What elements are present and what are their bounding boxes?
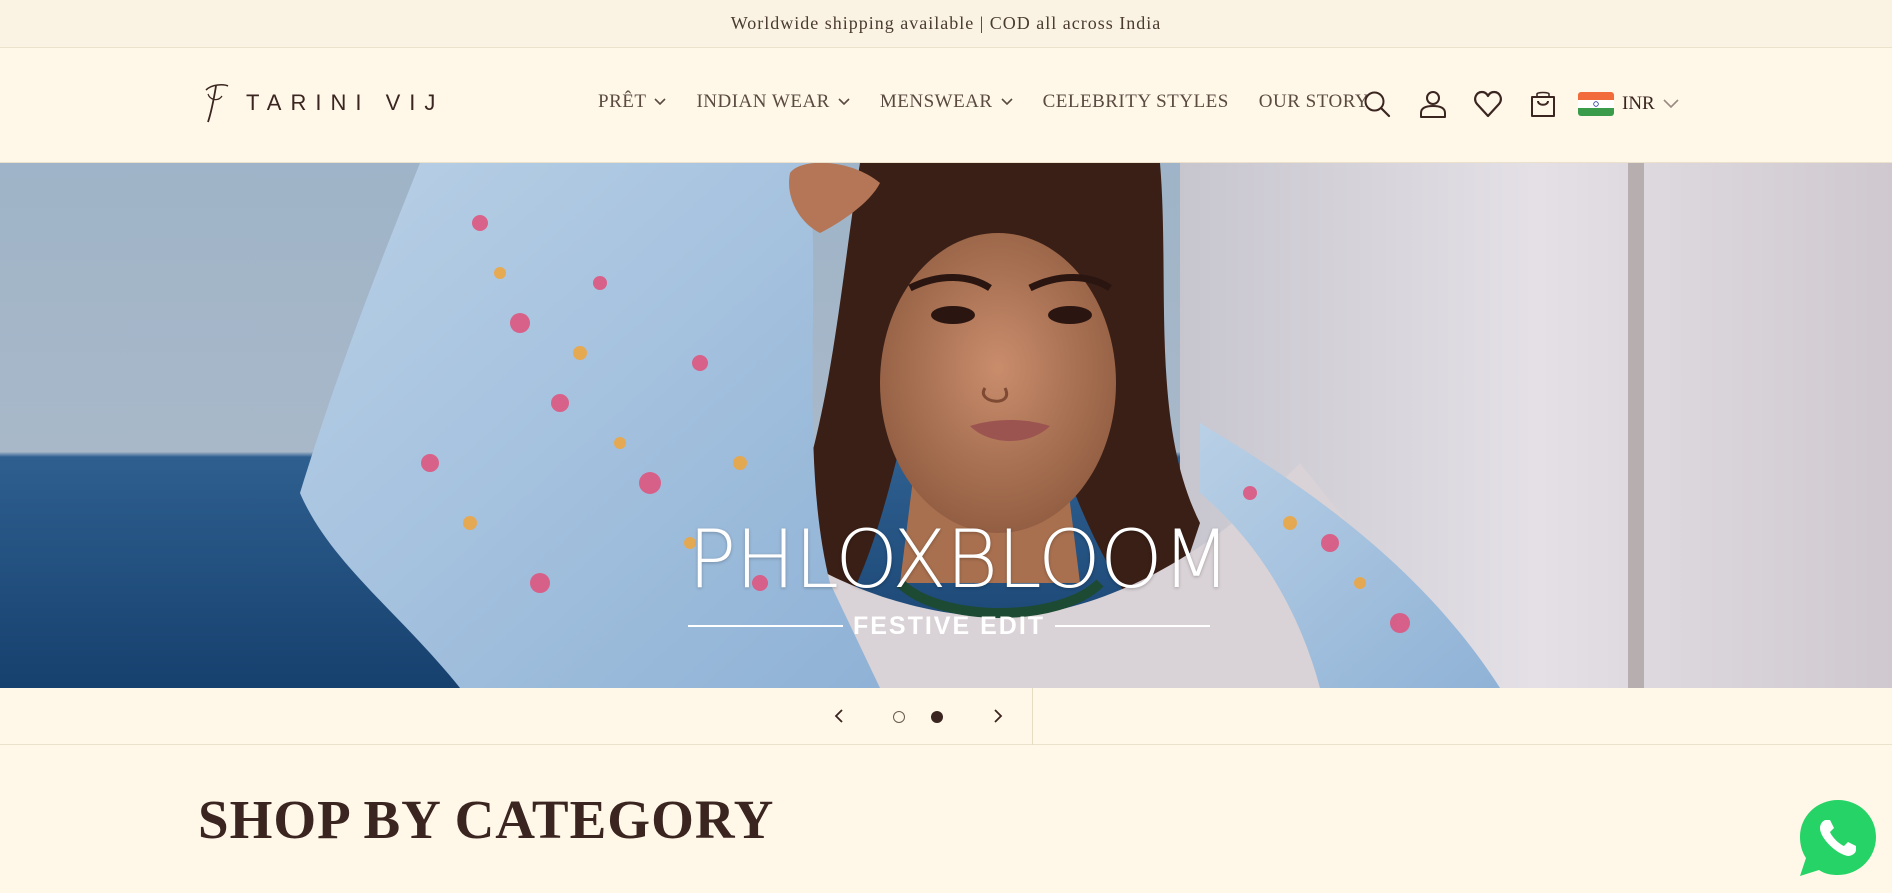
divider [688, 625, 843, 627]
chevron-down-icon [1001, 98, 1013, 106]
nav-item-menswear[interactable]: MENSWEAR [880, 91, 1013, 113]
nav-item-indian-wear[interactable]: INDIAN WEAR [696, 91, 850, 113]
search-icon[interactable] [1362, 89, 1392, 119]
currency-selector[interactable]: INR [1578, 92, 1679, 116]
chevron-down-icon [1663, 99, 1679, 109]
hero-image [0, 163, 1892, 688]
section-heading: SHOP BY CATEGORY [198, 789, 775, 850]
nav-item-label: INDIAN WEAR [696, 91, 830, 112]
divider [1055, 625, 1210, 627]
hero-title: PHLOXBLOOM [688, 513, 1231, 606]
nav-item-our-story[interactable]: OUR STORY [1259, 91, 1369, 113]
main-nav: PRÊT INDIAN WEAR MENSWEAR CELEBRITY STYL… [598, 91, 1369, 113]
nav-item-pret[interactable]: PRÊT [598, 91, 667, 113]
nav-item-label: PRÊT [598, 91, 647, 112]
logo-text: TARINI VIJ [246, 90, 445, 115]
slider-controls [0, 688, 1892, 745]
nav-item-label: OUR STORY [1258, 91, 1370, 112]
hero-subtitle-row: FESTIVE EDIT [688, 612, 1210, 640]
chevron-left-icon[interactable] [829, 706, 849, 726]
account-icon[interactable] [1418, 89, 1448, 119]
nav-item-label: CELEBRITY STYLES [1042, 91, 1229, 112]
india-flag-icon [1578, 92, 1614, 116]
chevron-down-icon [654, 98, 667, 106]
announcement-bar: Worldwide shipping available | COD all a… [0, 0, 1892, 48]
divider [1032, 688, 1033, 745]
logo-mark-icon [205, 84, 229, 123]
chevron-right-icon[interactable] [988, 706, 1008, 726]
brand-logo[interactable]: TARINI VIJ [198, 80, 444, 126]
slider-dot-2-active[interactable] [931, 711, 943, 723]
currency-label: INR [1622, 93, 1655, 114]
nav-item-celebrity-styles[interactable]: CELEBRITY STYLES [1043, 91, 1229, 113]
hero-banner[interactable]: PHLOXBLOOM FESTIVE EDIT [0, 163, 1892, 688]
chevron-down-icon [838, 98, 850, 106]
slider-dot-1[interactable] [893, 711, 905, 723]
whatsapp-icon[interactable] [1796, 796, 1880, 880]
wishlist-heart-icon[interactable] [1473, 89, 1503, 119]
hero-subtitle: FESTIVE EDIT [852, 611, 1046, 640]
cart-bag-icon[interactable] [1528, 89, 1558, 119]
nav-item-label: MENSWEAR [879, 91, 993, 112]
announcement-text: Worldwide shipping available | COD all a… [730, 13, 1162, 33]
